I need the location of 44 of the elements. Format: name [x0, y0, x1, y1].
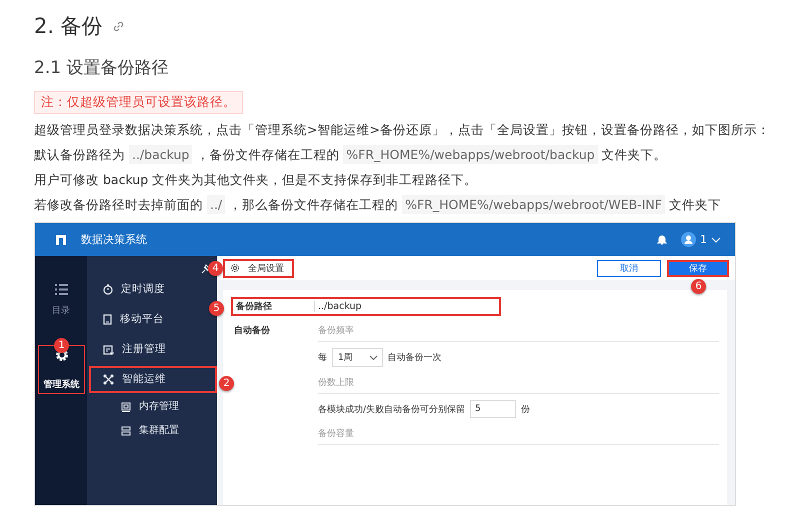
field-label: 每 [318, 352, 327, 364]
global-settings-tab[interactable]: 全局设置 [223, 258, 294, 278]
menu-item[interactable]: 注册管理 [89, 336, 217, 363]
cross-nodes-icon [103, 374, 114, 385]
logo-icon [55, 234, 67, 246]
field-label: 份 [521, 404, 530, 416]
menu-item[interactable]: 定时调度 [89, 276, 217, 303]
section-title: 备份容量 [318, 427, 719, 445]
paragraph: 默认备份路径为 ../backup ，备份文件存储在工程的 %FR_HOME%/webapps/webroot/backup 文件夹下。 [34, 144, 668, 166]
count-input[interactable]: 5 [470, 400, 516, 418]
link-icon[interactable] [112, 20, 124, 32]
memory-icon [121, 402, 131, 412]
register-icon [103, 344, 114, 354]
chevron-down-icon [368, 354, 378, 360]
page-heading: 2. 备份 [34, 13, 103, 40]
paragraph: 用户可修改 backup 文件夹为其他文件夹，但是不支持保存到非工程路径下。 [34, 171, 478, 189]
pin-icon[interactable] [201, 264, 211, 274]
field-label: 自动备份一次 [388, 352, 442, 364]
tablet-icon [103, 314, 112, 325]
submenu-item[interactable]: 集群配置 [89, 420, 217, 441]
gear-icon [230, 263, 240, 273]
rail-item[interactable]: 目录 [48, 278, 74, 323]
paragraph: 超级管理员登录数据决策系统，点击「管理系统>智能运维>备份还原」，点击「全局设置」按钮，设置备份路径，如下图所示： [34, 121, 771, 139]
save-button[interactable]: 保存 [667, 260, 729, 276]
section-title: 份数上限 [318, 376, 719, 394]
user-name[interactable]: 1 [700, 233, 707, 246]
chevron-down-icon[interactable] [711, 236, 721, 242]
backup-path-field[interactable]: 备份路径 ../backup [231, 297, 501, 316]
cancel-button[interactable]: 取消 [597, 260, 661, 276]
paragraph: 若修改备份路径时去掉前面的 ../ ，那么备份文件存储在工程的 %FR_HOME%/webapps/webroot/WEB-INF 文件夹下 [34, 194, 722, 216]
frequency-dropdown[interactable]: 1周 [332, 348, 383, 367]
field-label: 各模块成功/失败自动备份可分别保留 [318, 404, 466, 416]
app-title: 数据决策系统 [81, 232, 148, 247]
field-label: 自动备份 [233, 324, 271, 338]
list-icon [54, 284, 68, 295]
section-heading: 2.1 设置备份路径 [34, 57, 168, 79]
menu-item[interactable]: 智能运维 [89, 366, 217, 393]
stopwatch-icon [103, 284, 113, 295]
server-icon [121, 426, 131, 436]
section-title: 备份频率 [318, 324, 719, 342]
bell-icon[interactable] [657, 234, 667, 245]
avatar-icon[interactable] [681, 232, 696, 247]
submenu-item[interactable]: 内存管理 [89, 396, 217, 417]
note-callout: 注：仅超级管理员可设置该路径。 [34, 91, 243, 114]
